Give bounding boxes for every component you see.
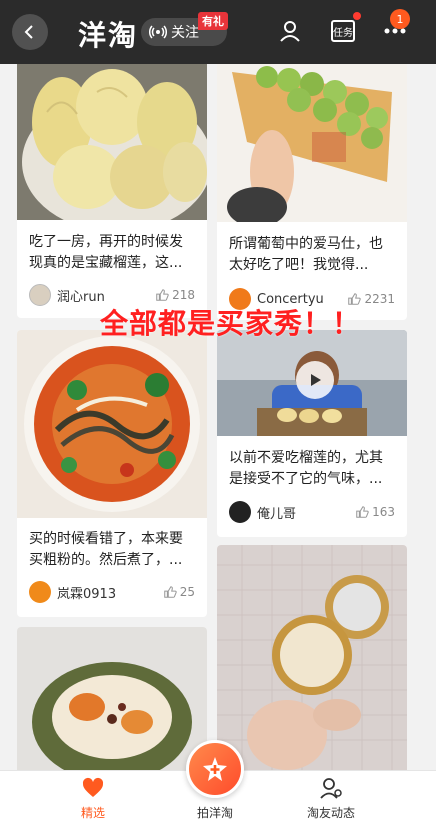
- avatar: [229, 501, 251, 523]
- more-badge: 1: [390, 9, 410, 29]
- user-group-icon: [320, 778, 342, 799]
- heart-icon: [82, 777, 104, 797]
- tab-label: 精选: [80, 806, 105, 820]
- overlay-caption: 全部都是买家秀！！: [100, 307, 362, 340]
- feed-card[interactable]: 买的时候看错了，本来要买粗粉的。然后煮了，... 岚霖0913 25: [17, 330, 207, 617]
- author-name: 润心run: [57, 289, 105, 305]
- feed-card[interactable]: 所谓葡萄中的爱马仕，也太好吃了吧！我觉得... Concertyu 2231: [217, 52, 407, 320]
- task-label: 任务: [333, 27, 353, 39]
- post-author[interactable]: 润心run: [29, 284, 105, 306]
- noodle-photo: [17, 330, 207, 518]
- like-button[interactable]: 25: [163, 585, 195, 599]
- tab-label: 拍洋淘: [196, 806, 233, 820]
- notification-dot: [353, 12, 361, 20]
- thumb-up-icon: [163, 586, 177, 598]
- thumb-up-icon: [356, 506, 369, 518]
- post-description: 吃了一房，再开的时候发现真的是宝藏榴莲，这...: [29, 234, 183, 271]
- feed-card[interactable]: [17, 627, 207, 777]
- avatar: [29, 581, 51, 603]
- tab-featured[interactable]: 精选: [38, 771, 148, 826]
- compact-mirror-photo: [217, 545, 407, 777]
- play-icon[interactable]: [296, 361, 334, 399]
- page-title: 洋淘: [78, 19, 139, 52]
- tab-label: 淘友动态: [306, 806, 355, 820]
- broadcast-icon: [149, 25, 167, 39]
- durian-photo: [17, 52, 207, 220]
- feed-card[interactable]: 吃了一房，再开的时候发现真的是宝藏榴莲，这... 润心run 218: [17, 52, 207, 318]
- more-icon: [384, 28, 406, 34]
- mooncake-photo: [17, 627, 207, 777]
- feed-card[interactable]: [217, 545, 407, 777]
- avatar: [29, 284, 51, 306]
- top-bar: 洋淘 关注 有礼 任务 1: [0, 0, 436, 64]
- like-count: 218: [172, 288, 195, 302]
- task-icon: 任务: [331, 20, 355, 42]
- post-description: 买的时候看错了，本来要买粗粉的。然后煮了，...: [29, 531, 183, 568]
- feed-card[interactable]: 以前不爱吃榴莲的，尤其是接受不了它的气味，... 俺儿哥 163: [217, 330, 407, 537]
- chevron-left-icon: [24, 25, 33, 39]
- thumb-up-icon: [156, 289, 169, 301]
- post-description: 以前不爱吃榴莲的，尤其是接受不了它的气味，...: [229, 450, 383, 487]
- like-count: 2231: [364, 292, 395, 306]
- user-icon: [280, 21, 300, 42]
- follow-label: 关注: [171, 25, 199, 41]
- page: 吃了一房，再开的时候发现真的是宝藏榴莲，这... 润心run 218 买的时候看…: [0, 0, 436, 826]
- task-button[interactable]: 任务: [328, 16, 358, 46]
- like-button[interactable]: 218: [155, 288, 195, 302]
- grape-photo: [217, 52, 407, 222]
- back-button[interactable]: [12, 14, 48, 50]
- plus-icon: [203, 757, 227, 781]
- like-count: 25: [179, 585, 195, 599]
- post-author[interactable]: 岚霖0913: [29, 581, 116, 603]
- video-thumbnail[interactable]: [217, 330, 407, 436]
- profile-button[interactable]: [275, 16, 305, 46]
- author-name: 岚霖0913: [57, 586, 117, 602]
- like-button[interactable]: 163: [355, 505, 395, 519]
- gift-badge: 有礼: [198, 12, 228, 30]
- post-description: 所谓葡萄中的爱马仕，也太好吃了吧！我觉得...: [229, 236, 383, 273]
- post-author[interactable]: 俺儿哥: [229, 501, 296, 523]
- like-count: 163: [372, 505, 395, 519]
- post-photo-button[interactable]: [186, 740, 244, 798]
- author-name: 俺儿哥: [257, 506, 297, 522]
- tab-friend-activity[interactable]: 淘友动态: [276, 771, 386, 826]
